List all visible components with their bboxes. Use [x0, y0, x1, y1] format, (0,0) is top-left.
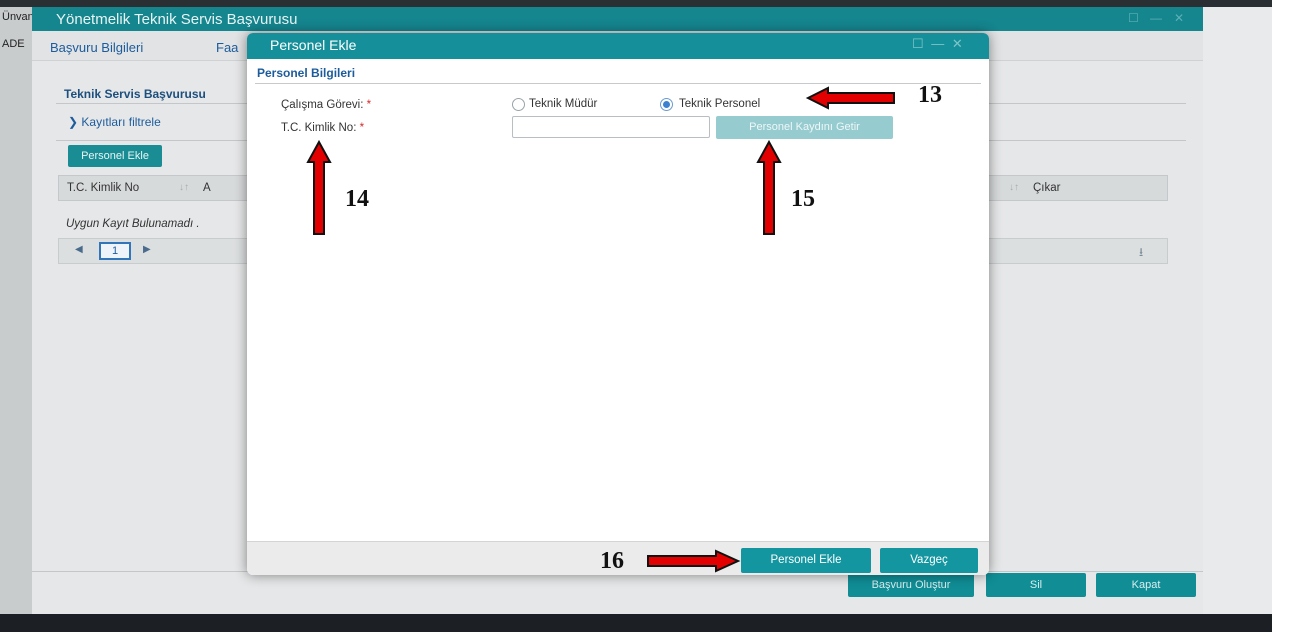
divider — [255, 83, 981, 84]
page-number[interactable]: 1 — [99, 242, 131, 260]
radio-teknik-mudur[interactable] — [512, 98, 525, 111]
annotation-arrow-left — [805, 86, 895, 110]
column-header[interactable]: Çıkar — [1033, 182, 1060, 194]
tc-id-label: T.C. Kimlik No: * — [281, 122, 364, 134]
required-mark: * — [366, 99, 372, 111]
work-role-label-text: Çalışma Görevi: — [281, 99, 364, 111]
create-application-button[interactable]: Başvuru Oluştur — [848, 573, 974, 597]
window-title: Yönetmelik Teknik Servis Başvurusu — [56, 11, 298, 28]
right-background — [1203, 7, 1272, 629]
column-header[interactable]: A — [203, 182, 211, 194]
window-titlebar: Yönetmelik Teknik Servis Başvurusu ☐ — ✕ — [32, 7, 1203, 31]
section-title: Personel Bilgileri — [257, 66, 356, 80]
dialog-window-controls-icon[interactable]: ☐ — ✕ — [912, 36, 965, 52]
annotation-number: 15 — [791, 186, 815, 212]
annotation-arrow-up — [306, 139, 332, 235]
bottom-bar — [0, 614, 1272, 632]
tab-basvuru-bilgileri[interactable]: Başvuru Bilgileri — [50, 40, 143, 55]
add-personnel-dialog: Personel Ekle ☐ — ✕ Personel Bilgileri Ç… — [247, 33, 989, 575]
annotation-number: 14 — [345, 186, 369, 212]
next-page-icon[interactable]: ▶ — [143, 244, 151, 255]
fetch-personnel-record-button[interactable]: Personel Kaydını Getir — [716, 116, 893, 139]
minimize-icon[interactable]: — — [1150, 11, 1162, 25]
sort-icon[interactable]: ↓↑ — [1009, 182, 1019, 193]
add-personnel-confirm-button[interactable]: Personel Ekle — [741, 548, 871, 573]
column-header[interactable]: T.C. Kimlik No — [67, 182, 139, 194]
work-role-label: Çalışma Görevi: * — [281, 99, 371, 111]
add-personnel-button[interactable]: Personel Ekle — [68, 145, 162, 167]
empty-table-message: Uygun Kayıt Bulunamadı . — [66, 218, 200, 230]
radio-label-teknik-personel[interactable]: Teknik Personel — [679, 98, 760, 110]
annotation-arrow-up — [756, 139, 782, 235]
left-fragment-tab: ADE — [2, 38, 25, 50]
maximize-icon[interactable]: ☐ — [1128, 11, 1139, 25]
top-bar — [0, 0, 1272, 7]
panel-title: Teknik Servis Başvurusu — [64, 87, 206, 101]
cancel-button[interactable]: Vazgeç — [880, 548, 978, 573]
left-fragment-label: Ünvan — [2, 11, 34, 23]
tab-faaliyet[interactable]: Faa — [216, 40, 238, 55]
required-mark: * — [359, 122, 365, 134]
dialog-titlebar: Personel Ekle ☐ — ✕ — [247, 33, 989, 59]
close-button[interactable]: Kapat — [1096, 573, 1196, 597]
right-edge — [1272, 0, 1291, 632]
filter-toggle[interactable]: ❯ Kayıtları filtrele — [68, 115, 161, 129]
delete-button[interactable]: Sil — [986, 573, 1086, 597]
left-background: Ünvan ADE — [0, 7, 34, 629]
annotation-number: 16 — [600, 548, 624, 574]
sort-icon[interactable]: ↓↑ — [179, 182, 189, 193]
close-icon[interactable]: ✕ — [1174, 11, 1184, 25]
radio-label-teknik-mudur[interactable]: Teknik Müdür — [529, 98, 597, 110]
dialog-title: Personel Ekle — [270, 37, 357, 53]
tc-id-label-text: T.C. Kimlik No: — [281, 122, 357, 134]
tc-id-input[interactable] — [512, 116, 710, 138]
filter-label: Kayıtları filtrele — [81, 115, 161, 129]
annotation-number: 13 — [918, 82, 942, 108]
download-icon[interactable]: ⭳ — [1139, 243, 1143, 264]
radio-teknik-personel[interactable] — [660, 98, 673, 111]
annotation-arrow-right — [647, 549, 741, 573]
chevron-down-icon: ❯ — [68, 115, 79, 129]
previous-page-icon[interactable]: ◀ — [75, 244, 83, 255]
